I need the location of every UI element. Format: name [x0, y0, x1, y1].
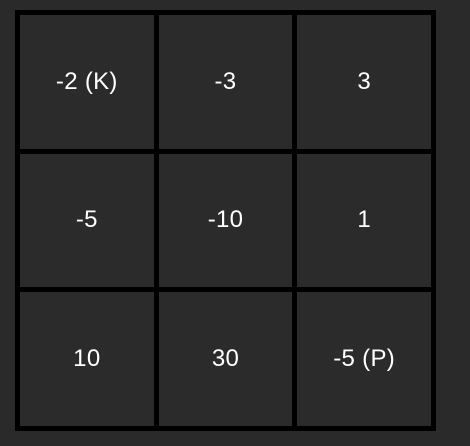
cell-value: -5 (P) [333, 345, 396, 373]
grid-cell-r2c2[interactable]: -10 [158, 153, 293, 288]
grid-cell-r1c1[interactable]: -2 (K) [20, 15, 154, 149]
cell-value: 3 [357, 67, 371, 95]
grid-cell-r1c3[interactable]: 3 [297, 15, 431, 149]
grid-cell-r3c1[interactable]: 10 [20, 292, 154, 426]
grid-cell-r3c2[interactable]: 30 [158, 292, 293, 426]
cell-value: 1 [357, 206, 371, 234]
grid-cell-r1c2[interactable]: -3 [158, 15, 293, 149]
value-grid: -2 (K) -3 3 -5 -10 1 10 30 -5 (P) [15, 10, 436, 431]
cell-value: -3 [214, 67, 237, 95]
cell-value: -10 [207, 206, 244, 234]
cell-value: 10 [73, 345, 101, 373]
cell-value: -5 [75, 206, 98, 234]
cell-value: -2 (K) [55, 67, 118, 95]
grid-cell-r2c1[interactable]: -5 [20, 153, 154, 288]
grid-cell-r3c3[interactable]: -5 (P) [297, 292, 431, 426]
cell-value: 30 [211, 345, 240, 373]
grid-cell-r2c3[interactable]: 1 [297, 153, 431, 288]
